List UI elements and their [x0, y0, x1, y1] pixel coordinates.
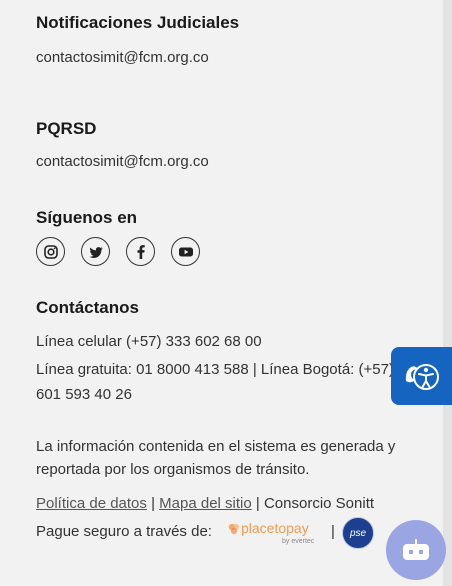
linea-celular: Línea celular (+57) 333 602 68 00 [36, 333, 262, 350]
instagram-icon[interactable] [36, 237, 65, 266]
politica-datos-link[interactable]: Política de datos [36, 495, 147, 512]
pse-logo[interactable]: pse [342, 517, 374, 549]
facebook-icon[interactable] [126, 237, 155, 266]
contacto-heading: Contáctanos [36, 298, 139, 317]
social-heading: Síguenos en [36, 208, 138, 227]
pqrsd-email[interactable]: contactosimit@fcm.org.co [36, 153, 209, 170]
linea-bogota-number: 601 593 40 26 [36, 386, 132, 403]
footer-links: Política de datos | Mapa del sitio | Con… [36, 495, 374, 512]
separator: | [255, 495, 260, 512]
chatbot-button[interactable] [386, 520, 446, 580]
linea-gratuita: Línea gratuita: 01 8000 413 588 | Línea … [36, 361, 394, 378]
scrollbar[interactable] [443, 0, 452, 586]
notificaciones-email[interactable]: contactosimit@fcm.org.co [36, 49, 209, 66]
robot-icon [403, 539, 429, 560]
accessibility-button[interactable] [391, 347, 452, 405]
separator: | [151, 495, 155, 512]
twitter-icon[interactable] [81, 237, 110, 266]
svg-text:by evertec: by evertec [282, 538, 315, 545]
pqrsd-heading: PQRSD [36, 119, 97, 138]
placetopay-logo[interactable]: placetopay by evertec [224, 519, 328, 545]
accessibility-icon [405, 364, 439, 390]
notificaciones-heading: Notificaciones Judiciales [36, 13, 240, 32]
info-text-line1: La información contenida en el sistema e… [36, 438, 396, 455]
info-text-line2: reportada por los organismos de tránsito… [36, 461, 310, 478]
mapa-sitio-link[interactable]: Mapa del sitio [159, 495, 252, 512]
consorcio-text: Consorcio Sonitt [263, 495, 375, 512]
separator: | [331, 523, 335, 540]
youtube-icon[interactable] [171, 237, 200, 266]
pague-text: Pague seguro a través de: [36, 523, 212, 540]
svg-text:placetopay: placetopay [241, 520, 309, 536]
